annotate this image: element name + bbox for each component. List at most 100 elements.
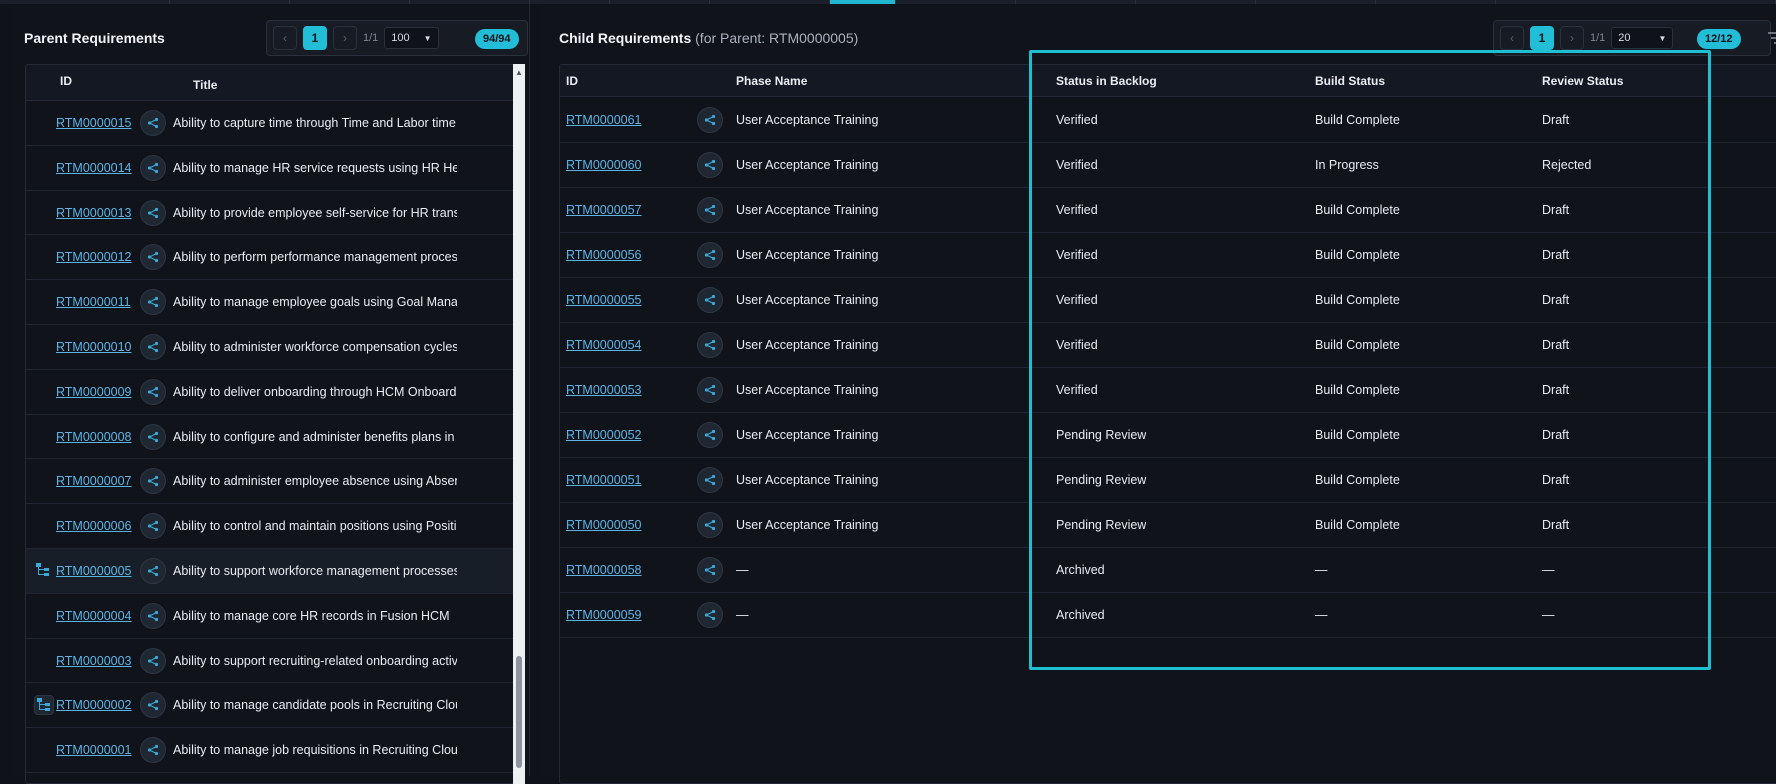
requirement-id-link[interactable]: RTM0000051: [566, 473, 642, 487]
share-icon[interactable]: [140, 603, 166, 629]
requirement-id-link[interactable]: RTM0000060: [566, 158, 642, 172]
parent-table-row[interactable]: RTM0000013Ability to provide employee se…: [26, 191, 524, 236]
requirement-id-link[interactable]: RTM0000012: [56, 250, 132, 264]
column-header-review-status[interactable]: Review Status: [1542, 65, 1623, 97]
requirement-id-link[interactable]: RTM0000006: [56, 519, 132, 533]
column-header-status-in-backlog[interactable]: Status in Backlog: [1056, 65, 1157, 97]
prev-page-button[interactable]: ‹: [1500, 26, 1524, 50]
requirement-id-link[interactable]: RTM0000014: [56, 161, 132, 175]
share-icon[interactable]: [697, 107, 723, 133]
child-table-row[interactable]: RTM0000060User Acceptance TrainingVerifi…: [560, 143, 1776, 188]
share-icon[interactable]: [697, 377, 723, 403]
child-table-row[interactable]: RTM0000054User Acceptance TrainingVerifi…: [560, 323, 1776, 368]
share-icon[interactable]: [697, 512, 723, 538]
requirement-id-link[interactable]: RTM0000054: [566, 338, 642, 352]
share-icon[interactable]: [140, 424, 166, 450]
parent-table-row[interactable]: RTM0000005Ability to support workforce m…: [26, 549, 524, 594]
share-icon[interactable]: [140, 648, 166, 674]
scroll-thumb[interactable]: [516, 656, 522, 768]
prev-page-button[interactable]: ‹: [273, 26, 297, 50]
requirement-id-link[interactable]: RTM0000008: [56, 430, 132, 444]
share-icon[interactable]: [697, 467, 723, 493]
requirement-id-link[interactable]: RTM0000007: [56, 474, 132, 488]
page-size-select[interactable]: 100 ▼: [384, 27, 438, 49]
share-icon[interactable]: [140, 110, 166, 136]
share-icon[interactable]: [140, 200, 166, 226]
share-icon[interactable]: [697, 602, 723, 628]
child-table-row[interactable]: RTM0000061User Acceptance TrainingVerifi…: [560, 98, 1776, 143]
requirement-id-link[interactable]: RTM0000013: [56, 206, 132, 220]
requirement-id-link[interactable]: RTM0000050: [566, 518, 642, 532]
child-table-row[interactable]: RTM0000057User Acceptance TrainingVerifi…: [560, 188, 1776, 233]
requirement-id-link[interactable]: RTM0000009: [56, 385, 132, 399]
next-page-button[interactable]: ›: [333, 26, 357, 50]
parent-table-row[interactable]: RTM0000001Ability to manage job requisit…: [26, 728, 524, 773]
parent-table-row[interactable]: RTM0000007Ability to administer employee…: [26, 459, 524, 504]
current-page-button[interactable]: 1: [303, 26, 327, 50]
parent-table-row[interactable]: RTM0000002Ability to manage candidate po…: [26, 683, 524, 728]
parent-table-row[interactable]: RTM0000010Ability to administer workforc…: [26, 325, 524, 370]
next-page-button[interactable]: ›: [1560, 26, 1584, 50]
requirement-id-link[interactable]: RTM0000001: [56, 743, 132, 757]
parent-scrollbar[interactable]: ▲: [513, 64, 525, 784]
parent-table-row[interactable]: RTM0000012Ability to perform performance…: [26, 235, 524, 280]
column-header-phase-name[interactable]: Phase Name: [736, 65, 807, 97]
column-header-build-status[interactable]: Build Status: [1315, 65, 1385, 97]
share-icon[interactable]: [140, 334, 166, 360]
child-table-row[interactable]: RTM0000059—Archived——: [560, 593, 1776, 638]
share-icon[interactable]: [140, 244, 166, 270]
hierarchy-icon[interactable]: [34, 561, 54, 581]
share-icon[interactable]: [697, 557, 723, 583]
share-icon[interactable]: [140, 513, 166, 539]
parent-table-row[interactable]: RTM0000004Ability to manage core HR reco…: [26, 594, 524, 639]
scroll-up-icon[interactable]: ▲: [515, 68, 523, 77]
page-size-select[interactable]: 20 ▼: [1611, 27, 1673, 49]
hierarchy-boxed-icon[interactable]: [34, 695, 54, 715]
child-table-row[interactable]: RTM0000056User Acceptance TrainingVerifi…: [560, 233, 1776, 278]
column-header-id[interactable]: ID: [566, 65, 578, 97]
requirement-id-link[interactable]: RTM0000053: [566, 383, 642, 397]
child-table-row[interactable]: RTM0000058—Archived——: [560, 548, 1776, 593]
requirement-id-link[interactable]: RTM0000011: [56, 295, 131, 309]
parent-table-row[interactable]: RTM0000015Ability to capture time throug…: [26, 101, 524, 146]
share-icon[interactable]: [697, 197, 723, 223]
share-icon[interactable]: [140, 692, 166, 718]
share-icon[interactable]: [140, 468, 166, 494]
share-icon[interactable]: [140, 289, 166, 315]
requirement-id-link[interactable]: RTM0000004: [56, 609, 132, 623]
requirement-id-link[interactable]: RTM0000010: [56, 340, 132, 354]
requirement-id-link[interactable]: RTM0000005: [56, 564, 132, 578]
child-table-row[interactable]: RTM0000050User Acceptance TrainingPendin…: [560, 503, 1776, 548]
column-header-title[interactable]: Title: [193, 65, 217, 101]
filter-icon[interactable]: [1765, 28, 1776, 48]
requirement-id-link[interactable]: RTM0000057: [566, 203, 642, 217]
parent-table-row[interactable]: RTM0000003Ability to support recruiting-…: [26, 639, 524, 684]
parent-table-row[interactable]: RTM0000008Ability to configure and admin…: [26, 415, 524, 460]
child-table-row[interactable]: RTM0000052User Acceptance TrainingPendin…: [560, 413, 1776, 458]
share-icon[interactable]: [697, 332, 723, 358]
parent-table-row[interactable]: RTM0000006Ability to control and maintai…: [26, 504, 524, 549]
requirement-id-link[interactable]: RTM0000058: [566, 563, 642, 577]
child-table-row[interactable]: RTM0000055User Acceptance TrainingVerifi…: [560, 278, 1776, 323]
requirement-id-link[interactable]: RTM0000056: [566, 248, 642, 262]
requirement-id-link[interactable]: RTM0000052: [566, 428, 642, 442]
share-icon[interactable]: [697, 242, 723, 268]
requirement-id-link[interactable]: RTM0000055: [566, 293, 642, 307]
requirement-id-link[interactable]: RTM0000059: [566, 608, 642, 622]
parent-table-row[interactable]: RTM0000009Ability to deliver onboarding …: [26, 370, 524, 415]
share-icon[interactable]: [140, 155, 166, 181]
requirement-id-link[interactable]: RTM0000061: [566, 113, 642, 127]
parent-table-row[interactable]: RTM0000014Ability to manage HR service r…: [26, 146, 524, 191]
child-table-row[interactable]: RTM0000051User Acceptance TrainingPendin…: [560, 458, 1776, 503]
requirement-id-link[interactable]: RTM0000002: [56, 698, 132, 712]
share-icon[interactable]: [140, 379, 166, 405]
column-header-id[interactable]: ID: [60, 65, 72, 101]
current-page-button[interactable]: 1: [1530, 26, 1554, 50]
requirement-id-link[interactable]: RTM0000015: [56, 116, 132, 130]
share-icon[interactable]: [140, 737, 166, 763]
share-icon[interactable]: [697, 422, 723, 448]
requirement-id-link[interactable]: RTM0000003: [56, 654, 132, 668]
share-icon[interactable]: [697, 152, 723, 178]
parent-table-row[interactable]: RTM0000011Ability to manage employee goa…: [26, 280, 524, 325]
share-icon[interactable]: [697, 287, 723, 313]
